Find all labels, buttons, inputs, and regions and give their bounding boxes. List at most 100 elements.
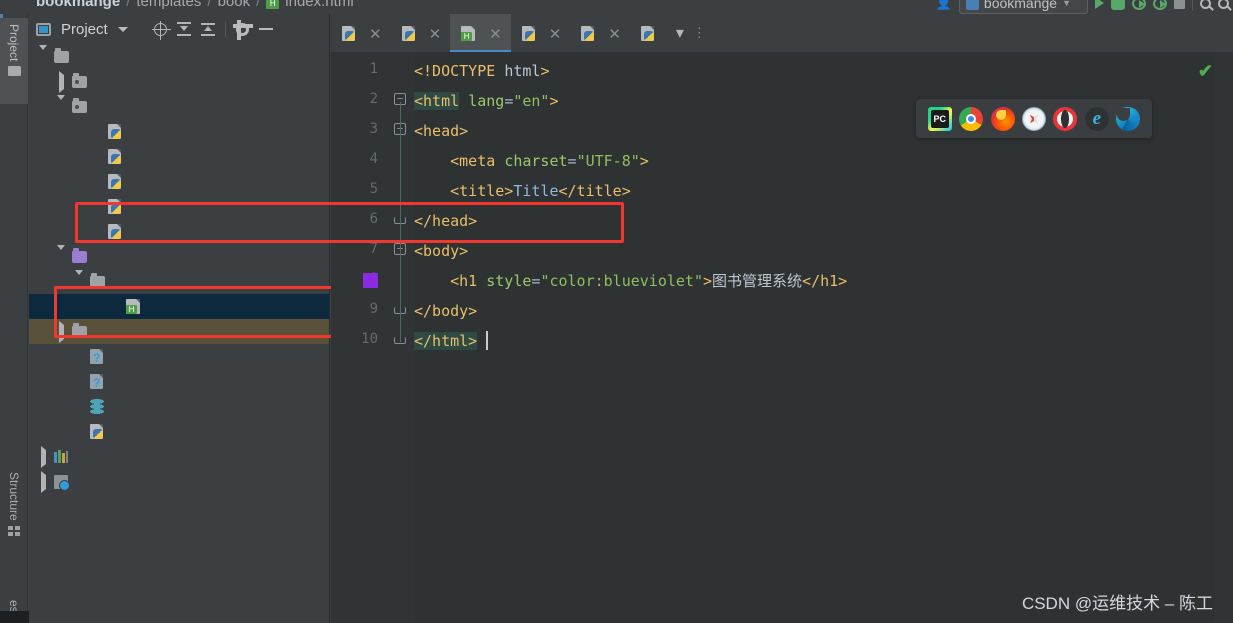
tree-row[interactable] [29,469,329,494]
tree-row[interactable] [29,294,329,319]
unknown-file-icon [90,374,103,390]
editor-tab[interactable]: ✕ [331,14,391,52]
close-icon[interactable]: ✕ [429,25,442,43]
chrome-icon[interactable] [959,106,984,131]
run-icon[interactable] [1095,0,1104,9]
code-line[interactable]: <html lang="en"> [414,86,559,116]
editor-tab[interactable]: ✕ [450,14,511,52]
tree-row[interactable] [29,319,329,344]
close-icon[interactable]: ✕ [369,25,382,43]
hide-panel-icon[interactable] [258,28,273,30]
code-line[interactable]: <meta charset="UTF-8"> [414,146,649,176]
code-line[interactable]: <title>Title</title> [414,176,631,206]
sidebar-item-structure[interactable]: Structure [0,466,28,562]
tree-row[interactable] [29,269,329,294]
sidebar-item-project[interactable]: Project [0,18,28,104]
python-file-icon [401,26,415,41]
tree-twisty-expanded[interactable] [55,244,67,264]
code-line[interactable]: <!DOCTYPE html> [414,56,549,86]
tree-row[interactable] [29,369,329,394]
tree-row[interactable] [29,169,329,194]
tool-window-label-project: Project [7,24,21,62]
tree-twisty-expanded[interactable] [55,94,67,114]
python-file-icon [108,224,121,239]
open-in-browser-popup[interactable]: e [916,99,1152,138]
code-line[interactable]: <head> [414,116,468,146]
tree-row[interactable] [29,419,329,444]
user-icon[interactable]: 👤 [936,0,952,11]
python-file-icon [581,26,595,41]
tree-twisty-collapsed[interactable] [55,70,67,93]
tree-row[interactable] [29,119,329,144]
structure-icon [8,525,20,536]
breadcrumb[interactable]: bookmange / templates / book / H index.h… [36,0,354,10]
settings-gear-icon[interactable] [232,19,253,40]
edge-icon[interactable] [1116,106,1141,131]
code-line[interactable]: </body> [414,296,477,326]
opera-icon[interactable] [1053,106,1078,131]
close-icon[interactable]: ✕ [608,25,621,43]
tree-twisty-collapsed[interactable] [55,320,67,343]
firefox-icon[interactable] [990,106,1015,131]
tree-row[interactable] [29,444,329,469]
pycharm-builtin-preview-icon[interactable] [927,106,952,131]
close-icon[interactable]: ✕ [489,25,502,43]
profile-icon[interactable] [1153,0,1167,10]
collapse-all-icon[interactable] [200,22,215,36]
tree-row[interactable] [29,44,329,69]
inspection-ok-checkmark-icon[interactable]: ✔ [1198,61,1213,82]
code-line[interactable]: <body> [414,236,468,266]
search-icon-secondary[interactable] [1218,0,1229,9]
tree-row[interactable] [29,394,329,419]
libraries-icon [54,450,68,463]
folder-icon [72,323,87,338]
tree-row[interactable] [29,144,329,169]
tree-row[interactable] [29,244,329,269]
tab-list-chevron-down-icon[interactable]: ▾ [669,14,691,52]
breadcrumb-item-0[interactable]: bookmange [36,0,120,10]
tree-twisty-expanded[interactable] [73,269,85,289]
internet-explorer-icon[interactable]: e [1084,106,1109,131]
database-file-icon [90,399,104,414]
breadcrumb-item-2[interactable]: book [218,0,251,10]
editor-tab[interactable]: ✕ [391,14,451,52]
debug-icon[interactable] [1111,0,1125,10]
pycharm-window: bookmange / templates / book / H index.h… [0,0,1233,623]
editor-tab[interactable]: ✕ [570,14,630,52]
code-editor[interactable]: 12345678910 −−− <!DOCTYPE html><html lan… [331,53,1233,623]
editor-tab[interactable] [630,14,669,52]
tab-overflow-icon[interactable]: ⋮ [691,14,710,52]
tree-twisty-collapsed[interactable] [37,445,49,468]
code-line[interactable]: </html> [414,326,478,356]
color-swatch-blueviolet[interactable] [363,273,378,288]
run-configuration-selector[interactable]: bookmange ▼ [958,0,1088,14]
scroll-from-source-icon[interactable] [151,20,171,40]
tree-row[interactable] [29,219,329,244]
code-line[interactable]: </head> [414,206,477,236]
editor-fold-gutter[interactable]: −−− [386,53,414,623]
expand-all-icon[interactable] [176,22,191,36]
editor-tab-bar[interactable]: ✕ ✕ ✕ ✕ ✕ ▾⋮ [331,14,1233,53]
breadcrumb-separator: / [256,0,261,10]
tree-row[interactable] [29,69,329,94]
tree-row[interactable] [29,194,329,219]
stop-icon[interactable] [1174,0,1185,9]
editor-marker-gutter[interactable] [1215,53,1233,623]
tree-row[interactable] [29,344,329,369]
python-file-icon [90,424,103,439]
tree-row[interactable] [29,94,329,119]
close-icon[interactable]: ✕ [549,25,562,43]
safari-icon[interactable] [1021,106,1046,131]
code-line[interactable]: <h1 style="color:blueviolet">图书管理系统</h1> [414,266,847,296]
editor-code-area[interactable]: <!DOCTYPE html> <html lang="en"> <head> <m… [414,53,1233,623]
breadcrumb-item-3[interactable]: index.html [285,0,353,10]
tree-twisty-collapsed[interactable] [37,470,49,493]
python-file-icon [108,124,121,139]
tree-twisty-expanded[interactable] [37,44,49,64]
project-tree[interactable] [29,44,329,494]
chevron-down-icon[interactable] [117,26,128,32]
coverage-icon[interactable] [1132,0,1146,10]
editor-tab[interactable]: ✕ [511,14,571,52]
breadcrumb-item-1[interactable]: templates [136,0,201,10]
search-everywhere-icon[interactable] [1200,0,1211,9]
